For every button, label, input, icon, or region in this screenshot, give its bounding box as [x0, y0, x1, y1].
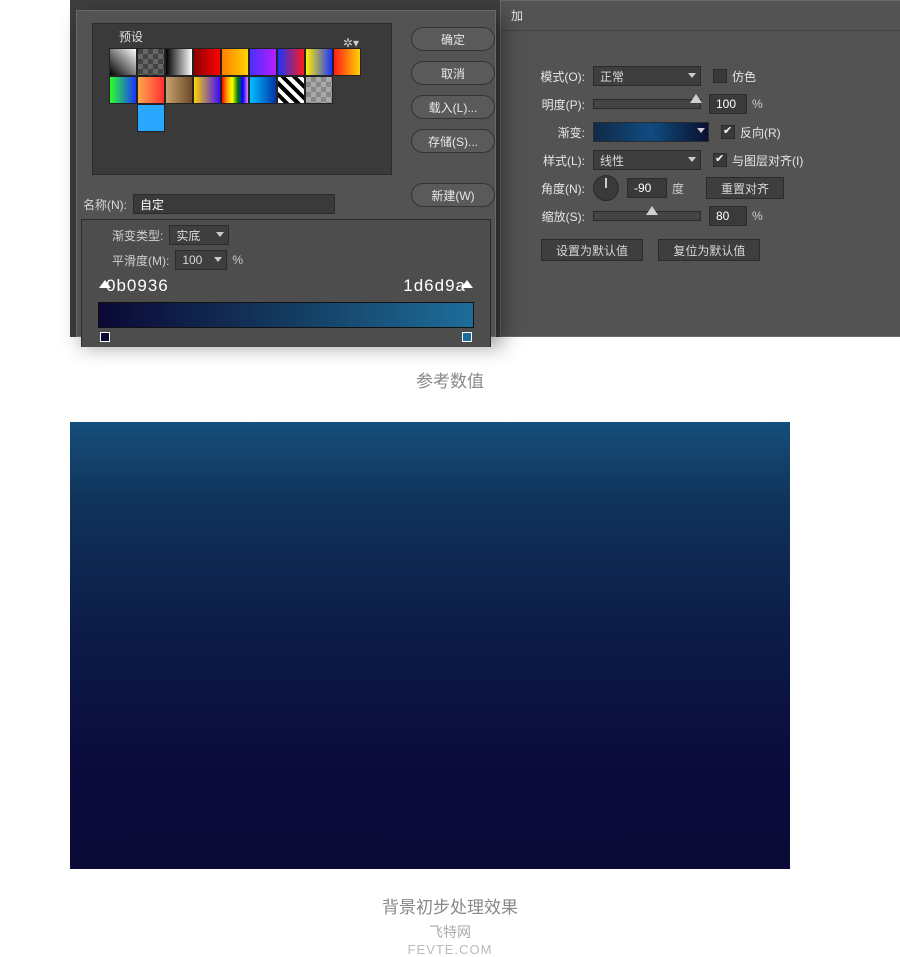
smooth-label: 平滑度(M):: [112, 252, 169, 269]
presets-label: 预设: [119, 24, 143, 48]
chevron-down-icon: [688, 73, 696, 78]
ok-button[interactable]: 确定: [411, 27, 495, 51]
scale-label: 缩放(S):: [511, 208, 585, 225]
gradient-fill-panel: 加 模式(O): 正常 仿色 明度(P): 100 %: [500, 0, 900, 337]
reset-align-button[interactable]: 重置对齐: [706, 177, 784, 199]
preset-swatch[interactable]: [333, 48, 361, 76]
preset-swatch[interactable]: [277, 76, 305, 104]
reset-default-button[interactable]: 复位为默认值: [658, 239, 760, 261]
panel-add-label: 加: [501, 1, 900, 31]
reverse-checkbox[interactable]: [721, 125, 735, 139]
color-stop-left[interactable]: [100, 332, 110, 342]
scale-pct: %: [752, 209, 763, 223]
preset-swatch[interactable]: [137, 104, 165, 132]
preset-swatch[interactable]: [137, 48, 165, 76]
mode-label: 模式(O):: [511, 68, 585, 85]
new-button[interactable]: 新建(W): [411, 183, 495, 207]
caption-site: 飞特网: [0, 922, 900, 942]
chevron-down-icon: [216, 232, 224, 237]
preset-swatch[interactable]: [249, 76, 277, 104]
mode-value: 正常: [600, 68, 624, 85]
right-stop-hex: 1d6d9a: [403, 276, 466, 296]
name-label: 名称(N):: [83, 196, 127, 213]
chevron-down-icon: [214, 257, 222, 262]
caption-reference: 参考数值: [0, 367, 900, 392]
photoshop-panels: 加 模式(O): 正常 仿色 明度(P): 100 %: [70, 0, 900, 337]
preset-swatch[interactable]: [221, 76, 249, 104]
cancel-button[interactable]: 取消: [411, 61, 495, 85]
opacity-label: 明度(P):: [511, 96, 585, 113]
opacity-slider[interactable]: [593, 99, 701, 109]
angle-input[interactable]: -90: [627, 178, 667, 198]
left-stop-hex: 0b0936: [106, 276, 169, 296]
preset-swatch[interactable]: [137, 76, 165, 104]
load-button[interactable]: 载入(L)...: [411, 95, 495, 119]
dither-label: 仿色: [732, 68, 756, 85]
style-label: 样式(L):: [511, 152, 585, 169]
preset-swatch[interactable]: [277, 48, 305, 76]
caption-result: 背景初步处理效果: [0, 893, 900, 918]
preset-swatch[interactable]: [305, 48, 333, 76]
preset-swatch[interactable]: [221, 48, 249, 76]
result-gradient-image: [70, 422, 790, 869]
grad-type-label: 渐变类型:: [112, 227, 163, 244]
smooth-value: 100: [182, 253, 202, 267]
reverse-label: 反向(R): [740, 124, 781, 141]
preset-swatch[interactable]: [249, 48, 277, 76]
align-label: 与图层对齐(I): [732, 152, 803, 169]
scale-slider[interactable]: [593, 211, 701, 221]
preset-swatch[interactable]: [165, 76, 193, 104]
preset-swatch[interactable]: [193, 76, 221, 104]
preset-swatch[interactable]: [165, 48, 193, 76]
angle-unit: 度: [672, 180, 684, 197]
preset-swatch[interactable]: [109, 76, 137, 104]
grad-type-select[interactable]: 实底: [169, 225, 229, 245]
scale-input[interactable]: 80: [709, 206, 747, 226]
gradient-bar[interactable]: [98, 302, 474, 328]
set-default-button[interactable]: 设置为默认值: [541, 239, 643, 261]
preset-swatch[interactable]: [109, 48, 137, 76]
preset-swatch[interactable]: [193, 48, 221, 76]
angle-dial[interactable]: [593, 175, 619, 201]
gradient-label: 渐变:: [511, 124, 585, 141]
caption-url: FEVTE.COM: [0, 942, 900, 957]
dither-checkbox[interactable]: [713, 69, 727, 83]
align-checkbox[interactable]: [713, 153, 727, 167]
opacity-pct: %: [752, 97, 763, 111]
smooth-pct: %: [232, 253, 243, 267]
opacity-input[interactable]: 100: [709, 94, 747, 114]
presets-panel: 预设 ✲▾: [92, 23, 392, 175]
gradient-editor-dialog: 预设 ✲▾: [76, 10, 496, 337]
grad-type-value: 实底: [176, 227, 200, 244]
color-stop-right[interactable]: [462, 332, 472, 342]
gradient-editor-body: 渐变类型: 实底 平滑度(M): 100 %: [81, 219, 491, 347]
smooth-input[interactable]: 100: [175, 250, 227, 270]
gradient-picker[interactable]: [593, 122, 709, 142]
style-value: 线性: [600, 152, 624, 169]
save-button[interactable]: 存储(S)...: [411, 129, 495, 153]
chevron-down-icon: [688, 157, 696, 162]
angle-label: 角度(N):: [511, 180, 585, 197]
preset-swatch[interactable]: [305, 76, 333, 104]
style-select[interactable]: 线性: [593, 150, 701, 170]
name-input[interactable]: 自定: [133, 194, 335, 214]
mode-select[interactable]: 正常: [593, 66, 701, 86]
